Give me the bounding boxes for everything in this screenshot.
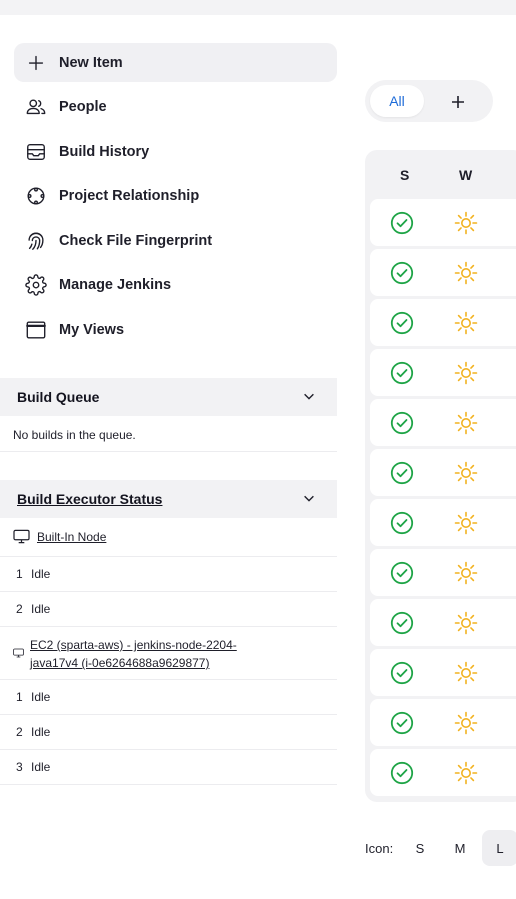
table-row <box>370 749 516 796</box>
build-queue-title: Build Queue <box>17 389 100 405</box>
icon-size-l[interactable]: L <box>482 830 516 866</box>
sunny-weather-icon[interactable] <box>454 411 478 435</box>
sunny-weather-icon[interactable] <box>454 211 478 235</box>
view-tabs: All <box>365 80 493 122</box>
table-row <box>370 249 516 296</box>
task-new-item[interactable]: New Item <box>14 43 337 82</box>
success-status-icon[interactable] <box>390 561 414 585</box>
chevron-down-icon[interactable] <box>302 389 316 406</box>
sunny-weather-icon[interactable] <box>454 361 478 385</box>
icon-size-s[interactable]: S <box>402 830 438 866</box>
add-view-button[interactable] <box>447 91 469 113</box>
task-label: Manage Jenkins <box>59 277 172 293</box>
column-header-weather[interactable]: W <box>459 167 472 183</box>
task-label: Check File Fingerprint <box>59 232 213 249</box>
computer-icon <box>13 529 30 547</box>
side-tasks: New Item People Build History Project Re… <box>14 43 337 355</box>
table-row <box>370 399 516 446</box>
divider <box>0 784 337 785</box>
table-row <box>370 549 516 596</box>
task-my-views[interactable]: My Views <box>14 310 337 349</box>
executor-row: 2 Idle <box>16 602 51 616</box>
sunny-weather-icon[interactable] <box>454 261 478 285</box>
build-queue-empty: No builds in the queue. <box>13 428 136 442</box>
icon-size-label: Icon: <box>365 840 394 856</box>
table-row <box>370 299 516 346</box>
node-built-in: Built-In Node <box>13 528 106 547</box>
sunny-weather-icon[interactable] <box>454 461 478 485</box>
task-label: People <box>59 99 107 115</box>
icon-size-m[interactable]: M <box>442 830 478 866</box>
sunny-weather-icon[interactable] <box>454 761 478 785</box>
inbox-icon <box>25 141 47 163</box>
table-row <box>370 699 516 746</box>
top-bar <box>0 0 516 15</box>
sunny-weather-icon[interactable] <box>454 611 478 635</box>
node-link[interactable]: Built-In Node <box>37 528 106 546</box>
success-status-icon[interactable] <box>390 211 414 235</box>
executor-status-header[interactable]: Build Executor Status <box>0 480 337 518</box>
executor-row: 2 Idle <box>16 725 51 739</box>
success-status-icon[interactable] <box>390 661 414 685</box>
success-status-icon[interactable] <box>390 411 414 435</box>
task-manage-jenkins[interactable]: Manage Jenkins <box>14 266 337 305</box>
task-check-fingerprint[interactable]: Check File Fingerprint <box>14 221 337 260</box>
task-label: My Views <box>59 321 125 338</box>
task-project-relationship[interactable]: Project Relationship <box>14 177 337 216</box>
build-queue-header[interactable]: Build Queue <box>0 378 337 416</box>
table-row <box>370 349 516 396</box>
plus-icon <box>452 96 464 108</box>
divider <box>0 591 337 592</box>
divider <box>0 556 337 557</box>
success-status-icon[interactable] <box>390 511 414 535</box>
people-icon <box>25 96 47 118</box>
divider <box>0 749 337 750</box>
success-status-icon[interactable] <box>390 261 414 285</box>
column-header-status[interactable]: S <box>400 167 409 183</box>
node-ec2: EC2 (sparta-aws) - jenkins-node-2204- ja… <box>13 636 237 672</box>
sunny-weather-icon[interactable] <box>454 511 478 535</box>
task-build-history[interactable]: Build History <box>14 132 337 171</box>
table-row <box>370 599 516 646</box>
executor-row: 1 Idle <box>16 690 51 704</box>
executor-row: 1 Idle <box>16 567 51 581</box>
window-icon <box>25 319 47 341</box>
success-status-icon[interactable] <box>390 361 414 385</box>
task-label: Build History <box>59 143 150 160</box>
success-status-icon[interactable] <box>390 311 414 335</box>
sunny-weather-icon[interactable] <box>454 711 478 735</box>
task-label: Project Relationship <box>59 188 200 204</box>
divider <box>0 451 337 452</box>
sunny-weather-icon[interactable] <box>454 561 478 585</box>
relationship-icon <box>25 185 47 207</box>
computer-icon <box>13 647 24 661</box>
divider <box>0 626 337 627</box>
divider <box>0 714 337 715</box>
table-row <box>370 199 516 246</box>
plus-icon <box>25 52 47 74</box>
node-link[interactable]: EC2 (sparta-aws) - jenkins-node-2204- ja… <box>30 636 237 672</box>
task-people[interactable]: People <box>14 88 337 127</box>
success-status-icon[interactable] <box>390 761 414 785</box>
success-status-icon[interactable] <box>390 461 414 485</box>
gear-icon <box>25 274 47 296</box>
chevron-down-icon[interactable] <box>302 491 316 508</box>
task-label: New Item <box>59 54 123 71</box>
executor-status-title[interactable]: Build Executor Status <box>17 491 162 507</box>
fingerprint-icon <box>25 230 47 252</box>
divider <box>0 679 337 680</box>
success-status-icon[interactable] <box>390 711 414 735</box>
table-row <box>370 649 516 696</box>
sunny-weather-icon[interactable] <box>454 661 478 685</box>
tab-all[interactable]: All <box>370 85 424 117</box>
table-row <box>370 499 516 546</box>
success-status-icon[interactable] <box>390 611 414 635</box>
executor-row: 3 Idle <box>16 760 51 774</box>
sunny-weather-icon[interactable] <box>454 311 478 335</box>
table-row <box>370 449 516 496</box>
